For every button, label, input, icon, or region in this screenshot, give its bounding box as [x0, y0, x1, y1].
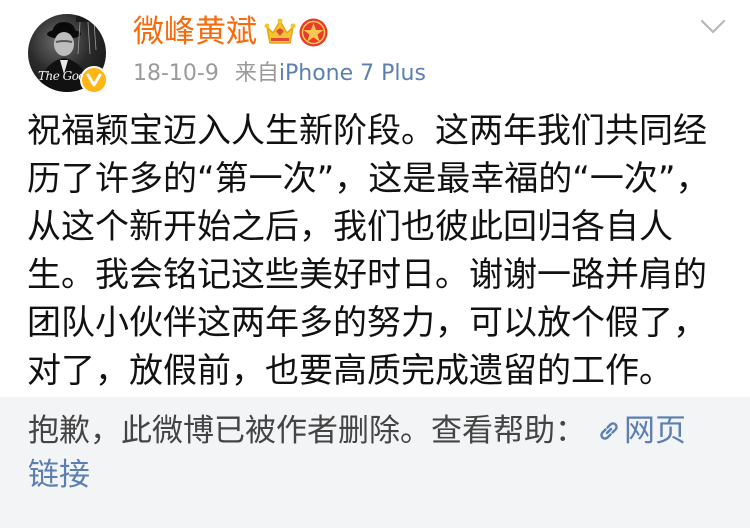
- web-link-part2[interactable]: 链接: [28, 453, 686, 497]
- post-meta: 18-10-9 来自iPhone 7 Plus: [133, 60, 426, 88]
- chevron-down-icon[interactable]: [698, 16, 728, 38]
- source-link[interactable]: iPhone 7 Plus: [279, 61, 426, 86]
- post-text-line: 对了，放假前，也要高质完成遗留的工作。: [27, 351, 673, 391]
- post-text-line: 从这个新开始之后，我们也彼此回归各自人: [27, 207, 673, 247]
- retweet-deleted-notice: 抱歉，此微博已被作者删除。查看帮助： 网页 链接: [28, 409, 686, 497]
- post-date: 18-10-9: [133, 61, 219, 86]
- link-icon[interactable]: [596, 412, 622, 440]
- deleted-message: 抱歉，此微博已被作者删除。查看帮助：: [28, 413, 586, 449]
- source-prefix: 来自: [234, 61, 279, 86]
- verified-v-icon: [80, 66, 108, 94]
- web-link-part1[interactable]: 网页: [624, 413, 686, 449]
- post-text-line: 团队小伙伴这两年多的努力，可以放个假了，: [27, 303, 707, 343]
- retweet-line: 抱歉，此微博已被作者删除。查看帮助： 网页: [28, 409, 686, 453]
- post-text-line: 祝福颖宝迈入人生新阶段。这两年我们共同经: [27, 111, 707, 151]
- avatar-container[interactable]: The Godfa: [28, 14, 108, 94]
- post-text-line: 历了许多的“第一次”，这是最幸福的“一次”，: [27, 159, 710, 199]
- weibo-post-card: The Godfa 微峰黄斌 18-10-9 来自iPhone 7 Plus 祝…: [0, 0, 750, 528]
- star-badge-icon[interactable]: [298, 17, 329, 48]
- author-name[interactable]: 微峰黄斌: [133, 14, 257, 50]
- retweet-box[interactable]: 抱歉，此微博已被作者删除。查看帮助： 网页 链接: [0, 397, 750, 528]
- post-text-line: 生。我会铭记这些美好时日。谢谢一路并肩的: [27, 255, 707, 295]
- post-body: 祝福颖宝迈入人生新阶段。这两年我们共同经 历了许多的“第一次”，这是最幸福的“一…: [27, 107, 727, 395]
- crown-icon[interactable]: [264, 17, 296, 47]
